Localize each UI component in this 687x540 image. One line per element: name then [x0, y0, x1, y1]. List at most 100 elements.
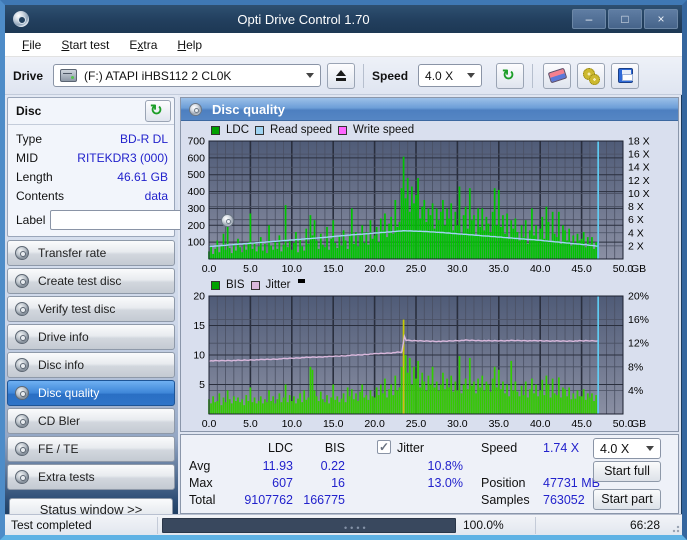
speed-stat-value: 1.74 X — [543, 441, 579, 455]
menu-item-help[interactable]: Help — [168, 35, 211, 55]
progress-bar: •••• — [162, 518, 456, 533]
svg-text:GB: GB — [631, 263, 646, 275]
svg-text:300: 300 — [187, 203, 205, 215]
avg-bis-value: 0.22 — [297, 459, 345, 473]
cd-icon — [221, 214, 234, 227]
svg-text:4 X: 4 X — [628, 227, 644, 239]
svg-text:12 X: 12 X — [628, 175, 650, 187]
avg-jitter-value: 10.8% — [379, 459, 463, 473]
drive-select[interactable]: (F:) ATAPI iHBS112 2 CL0K — [53, 64, 321, 87]
svg-text:8%: 8% — [628, 361, 643, 373]
svg-text:100: 100 — [187, 237, 205, 249]
status-bar: Test completed •••• 100.0% 66:28 — [5, 514, 682, 535]
maximize-button[interactable]: □ — [608, 9, 642, 29]
elapsed-time: 66:28 — [630, 518, 660, 532]
sidebar-item-disc-info[interactable]: Disc info — [7, 352, 175, 378]
ldc-column-header: LDC — [219, 441, 293, 455]
svg-text:15.0: 15.0 — [323, 418, 344, 430]
legend-max-marker — [298, 279, 305, 283]
speed-label: Speed — [372, 69, 408, 83]
chevron-down-icon — [467, 73, 475, 78]
minimize-button[interactable]: – — [572, 9, 606, 29]
settings-button[interactable] — [577, 63, 605, 89]
jitter-checkbox[interactable]: ✓ — [377, 440, 391, 454]
sidebar-item-extra-tests[interactable]: Extra tests — [7, 464, 175, 490]
eject-button[interactable] — [327, 63, 355, 89]
svg-text:GB: GB — [631, 418, 646, 430]
max-ldc-value: 607 — [219, 476, 293, 490]
svg-text:20.0: 20.0 — [364, 418, 385, 430]
bis-column-header: BIS — [297, 441, 345, 455]
stats-panel: LDC BIS ✓ Jitter Avg 11.93 0.22 10.8% Ma… — [180, 434, 679, 514]
disc-icon — [15, 274, 29, 288]
svg-text:35.0: 35.0 — [489, 418, 510, 430]
test-speed-select[interactable]: 4.0 X — [593, 438, 661, 459]
menu-item-file[interactable]: File — [13, 35, 50, 55]
svg-text:600: 600 — [187, 152, 205, 164]
chevron-down-icon — [646, 446, 654, 451]
ldc-legend-label: LDC — [226, 124, 249, 136]
avg-ldc-value: 11.93 — [219, 459, 293, 473]
sidebar-item-verify-test-disc[interactable]: Verify test disc — [7, 296, 175, 322]
disc-refresh-button[interactable] — [145, 100, 171, 122]
svg-text:10: 10 — [193, 350, 205, 362]
svg-text:35.0: 35.0 — [489, 263, 510, 275]
sidebar-item-create-test-disc[interactable]: Create test disc — [7, 268, 175, 294]
start-full-button[interactable]: Start full — [593, 461, 661, 482]
sidebar-item-label: Verify test disc — [38, 302, 115, 316]
ldc-chart: 1002003004005006007002 X4 X6 X8 X10 X12 … — [181, 137, 677, 276]
svg-text:500: 500 — [187, 169, 205, 181]
svg-text:200: 200 — [187, 220, 205, 232]
speed-select-value: 4.0 X — [425, 69, 453, 83]
svg-text:6 X: 6 X — [628, 214, 644, 226]
sidebar-item-label: FE / TE — [38, 442, 78, 456]
svg-text:5.0: 5.0 — [243, 418, 258, 430]
svg-text:8 X: 8 X — [628, 201, 644, 213]
refresh-icon — [150, 103, 166, 119]
menu-item-extra[interactable]: Extra — [120, 35, 166, 55]
sidebar-item-label: Transfer rate — [38, 246, 106, 260]
max-row-label: Max — [189, 476, 213, 490]
drive-select-value: (F:) ATAPI iHBS112 2 CL0K — [84, 69, 231, 83]
bis-jitter-chart: 51015204%8%12%16%20%0.05.010.015.020.025… — [181, 292, 677, 431]
disc-info-panel: Disc TypeBD-R DL MIDRITEKDR3 (000) Lengt… — [7, 97, 175, 237]
bis-legend-swatch — [211, 281, 220, 290]
position-stat-value: 47731 MB — [543, 476, 600, 490]
save-button[interactable] — [611, 63, 639, 89]
progress-dots: •••• — [344, 523, 369, 533]
svg-text:10.0: 10.0 — [282, 263, 303, 275]
read-speed-legend-swatch — [255, 126, 264, 135]
start-part-button[interactable]: Start part — [593, 489, 661, 510]
sidebar-item-fe-te[interactable]: FE / TE — [7, 436, 175, 462]
svg-text:16%: 16% — [628, 314, 649, 326]
status-text: Test completed — [11, 518, 92, 532]
sidebar-item-drive-info[interactable]: Drive info — [7, 324, 175, 350]
app-disc-icon — [13, 11, 29, 27]
close-button[interactable]: × — [644, 9, 678, 29]
avg-row-label: Avg — [189, 459, 210, 473]
label-field-label: Label — [16, 213, 45, 227]
sidebar: Disc TypeBD-R DL MIDRITEKDR3 (000) Lengt… — [5, 95, 178, 514]
sidebar-item-disc-quality[interactable]: Disc quality — [7, 380, 175, 406]
erase-disc-button[interactable] — [543, 63, 571, 89]
toolbar: Drive (F:) ATAPI iHBS112 2 CL0K Speed 4.… — [5, 57, 682, 95]
svg-text:45.0: 45.0 — [571, 263, 592, 275]
refresh-button[interactable] — [496, 63, 524, 89]
speed-select[interactable]: 4.0 X — [418, 64, 482, 87]
menu-item-start-test[interactable]: Start test — [52, 35, 118, 55]
bis-jitter-chart-legend: BISJitter — [211, 278, 678, 292]
sidebar-item-cd-bler[interactable]: CD Bler — [7, 408, 175, 434]
svg-text:15: 15 — [193, 320, 205, 332]
ldc-chart-legend: LDCRead speedWrite speed — [211, 123, 678, 137]
position-stat-label: Position — [481, 476, 525, 490]
save-icon — [618, 68, 633, 83]
disc-icon — [15, 470, 29, 484]
svg-text:40.0: 40.0 — [530, 418, 551, 430]
resize-grip[interactable] — [670, 523, 680, 533]
sidebar-item-label: Drive info — [38, 330, 89, 344]
status-divider — [535, 517, 536, 534]
sidebar-item-transfer-rate[interactable]: Transfer rate — [7, 240, 175, 266]
toolbar-separator — [532, 64, 533, 88]
svg-text:14 X: 14 X — [628, 162, 650, 174]
jitter-legend-swatch — [251, 281, 260, 290]
